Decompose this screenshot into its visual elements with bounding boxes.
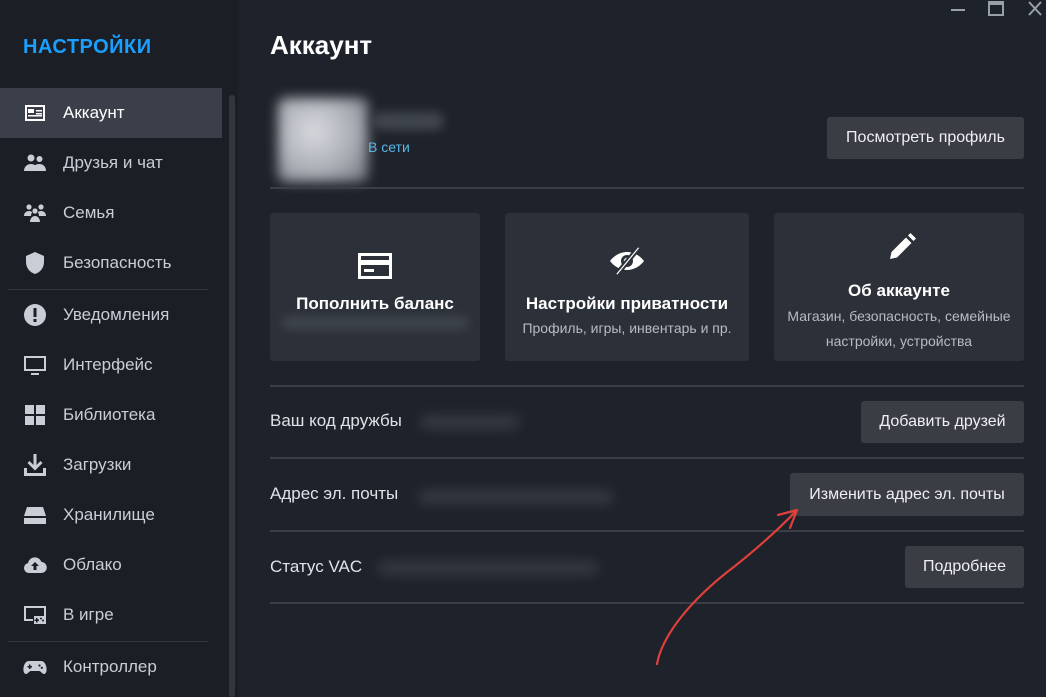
sidebar-item-interface[interactable]: Интерфейс xyxy=(0,340,222,390)
family-icon xyxy=(22,200,48,226)
sidebar-item-notifications[interactable]: Уведомления xyxy=(0,290,222,340)
email-label: Адрес эл. почты xyxy=(270,484,399,503)
settings-window: НАСТРОЙКИ Аккаунт Друзья и чат Семья Без… xyxy=(0,0,1046,697)
sidebar-item-label: Безопасность xyxy=(63,253,172,272)
card-title: Настройки приватности xyxy=(525,294,729,313)
section-divider xyxy=(270,457,1024,459)
sidebar-item-label: Семья xyxy=(63,203,115,222)
sidebar-item-label: Контроллер xyxy=(63,657,157,676)
balance-redacted xyxy=(282,317,468,329)
avatar[interactable] xyxy=(278,98,368,182)
minimize-button[interactable] xyxy=(945,0,971,18)
minimize-icon xyxy=(951,9,965,11)
section-divider xyxy=(270,602,1024,604)
sidebar-item-label: Библиотека xyxy=(63,405,156,424)
sidebar-item-family[interactable]: Семья xyxy=(0,188,222,238)
section-divider xyxy=(270,385,1024,387)
in-game-icon xyxy=(22,602,48,628)
maximize-button[interactable] xyxy=(983,0,1009,18)
pencil-icon xyxy=(774,229,1024,265)
vac-status-label: Статус VAC xyxy=(270,557,363,576)
section-divider xyxy=(270,530,1024,532)
close-icon xyxy=(1028,1,1042,16)
card-subtitle: Профиль, игры, инвентарь и пр. xyxy=(522,320,732,336)
shield-icon xyxy=(22,250,48,276)
about-account-card[interactable]: Об аккаунте Магазин, безопасность, семей… xyxy=(774,213,1024,361)
sidebar-item-label: Облако xyxy=(63,555,122,574)
card-subtitle: Магазин, безопасность, семейные настройк… xyxy=(787,308,1011,349)
section-divider xyxy=(270,187,1024,189)
card-title: Об аккаунте xyxy=(848,281,950,300)
sidebar-item-in-game[interactable]: В игре xyxy=(0,590,222,640)
settings-sidebar: НАСТРОЙКИ Аккаунт Друзья и чат Семья Без… xyxy=(0,0,238,697)
sidebar-title: НАСТРОЙКИ xyxy=(23,36,152,58)
sidebar-item-cloud[interactable]: Облако xyxy=(0,540,222,590)
sidebar-item-label: Интерфейс xyxy=(63,355,153,374)
sidebar-item-label: Хранилище xyxy=(63,505,155,524)
username-redacted xyxy=(372,112,444,130)
sidebar-item-label: Загрузки xyxy=(63,455,132,474)
view-profile-button[interactable]: Посмотреть профиль xyxy=(827,117,1024,159)
sidebar-item-library[interactable]: Библиотека xyxy=(0,390,222,440)
change-email-button[interactable]: Изменить адрес эл. почты xyxy=(790,473,1024,516)
add-friends-button[interactable]: Добавить друзей xyxy=(861,401,1024,443)
vac-details-button[interactable]: Подробнее xyxy=(905,546,1024,588)
page-title: Аккаунт xyxy=(270,30,373,60)
sidebar-item-controller[interactable]: Контроллер xyxy=(0,642,222,692)
online-status: В сети xyxy=(368,139,410,155)
card-title: Пополнить баланс xyxy=(296,294,454,313)
sidebar-item-friends[interactable]: Друзья и чат xyxy=(0,138,222,188)
friend-code-label: Ваш код дружбы xyxy=(270,411,402,430)
sidebar-item-storage[interactable]: Хранилище xyxy=(0,490,222,540)
alert-icon xyxy=(22,302,48,328)
maximize-icon xyxy=(988,1,1004,16)
sidebar-scrollbar[interactable] xyxy=(229,95,235,697)
sidebar-item-label: Уведомления xyxy=(63,305,170,324)
sidebar-item-downloads[interactable]: Загрузки xyxy=(0,440,222,490)
friend-code-redacted xyxy=(420,415,520,429)
sidebar-item-label: Друзья и чат xyxy=(63,153,163,172)
sidebar-item-security[interactable]: Безопасность xyxy=(0,238,222,288)
sidebar-item-account[interactable]: Аккаунт xyxy=(0,88,222,138)
eye-off-icon xyxy=(505,243,749,279)
monitor-icon xyxy=(22,352,48,378)
sidebar-item-label: В игре xyxy=(63,605,114,624)
download-icon xyxy=(22,452,48,478)
storage-icon xyxy=(22,502,48,528)
vac-status-redacted xyxy=(378,561,598,575)
cloud-icon xyxy=(22,552,48,578)
friends-icon xyxy=(22,150,48,176)
email-redacted xyxy=(418,490,613,504)
account-card-icon xyxy=(22,100,48,126)
wallet-card-icon xyxy=(270,248,480,284)
privacy-settings-card[interactable]: Настройки приватности Профиль, игры, инв… xyxy=(505,213,749,361)
add-funds-card[interactable]: Пополнить баланс xyxy=(270,213,480,361)
sidebar-item-label: Аккаунт xyxy=(63,103,125,122)
grid-icon xyxy=(22,402,48,428)
close-button[interactable] xyxy=(1022,0,1046,18)
controller-icon xyxy=(22,654,48,680)
